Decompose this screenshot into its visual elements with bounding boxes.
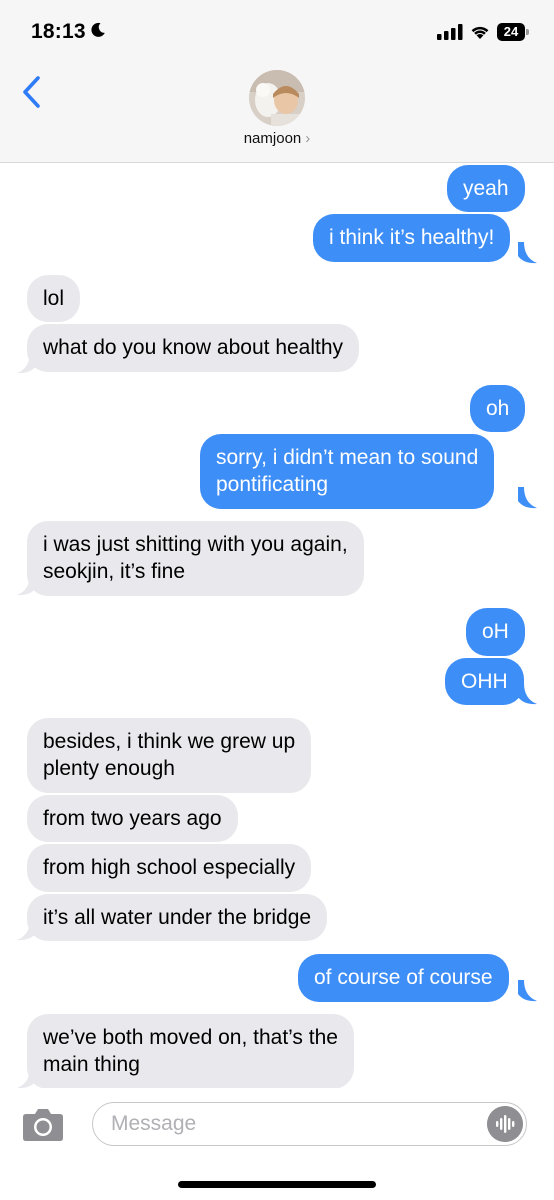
message-text-line: we’ve both moved on, that’s the — [43, 1026, 338, 1049]
message-bubble[interactable]: we’ve both moved on, that’s the main thi… — [27, 1014, 354, 1089]
battery-tip — [526, 29, 529, 35]
message-bubble[interactable]: oh — [470, 385, 526, 432]
conversation-header: namjoon › — [0, 66, 554, 163]
message-bubble[interactable]: what do you know about healthy — [27, 324, 360, 372]
message-bubble[interactable]: i was just shitting with you again, seok… — [27, 521, 364, 596]
message-text: it’s all water under the bridge — [43, 906, 312, 929]
battery-icon: 24 — [497, 23, 530, 42]
message-text: from high school especially — [43, 856, 296, 879]
message-bubble[interactable]: i think it’s healthy! — [313, 214, 511, 262]
bubble-tail — [17, 1067, 36, 1089]
message-text: lol — [43, 287, 65, 310]
message-text-line: plenty enough — [43, 757, 175, 780]
contact-name[interactable]: namjoon › — [0, 130, 554, 147]
battery-level: 24 — [497, 23, 525, 41]
avatar[interactable] — [249, 70, 305, 126]
message-bubble[interactable]: yeah — [447, 165, 525, 212]
bubble-tail — [518, 487, 537, 509]
message-text: yeah — [463, 177, 509, 200]
bubble-tail — [17, 919, 36, 941]
message-bubble[interactable]: it’s all water under the bridge — [27, 894, 328, 941]
message-bubble[interactable]: of course of course — [298, 954, 509, 1002]
message-text: OHH — [461, 670, 508, 693]
message-text: i think it’s healthy! — [329, 226, 495, 249]
message-text-line: i was just shitting with you again, — [43, 533, 348, 556]
message-bubble[interactable]: besides, i think we grew up plenty enoug… — [27, 718, 312, 793]
message-text-line: seokjin, it’s fine — [43, 560, 186, 583]
moon-icon — [91, 22, 105, 37]
message-text-line: sorry, i didn’t mean to sound — [216, 446, 479, 469]
chevron-left-icon[interactable] — [18, 74, 48, 110]
bubble-tail — [17, 574, 36, 596]
message-text: from two years ago — [43, 807, 222, 830]
bubble-tail — [518, 242, 537, 264]
message-bubble[interactable]: sorry, i didn’t mean to sound pontificat… — [200, 434, 495, 509]
message-text: what do you know about healthy — [43, 336, 344, 359]
wifi-icon — [471, 26, 489, 39]
bubble-tail — [17, 352, 36, 374]
bubble-tail — [518, 683, 537, 705]
message-text-line: besides, i think we grew up — [43, 730, 296, 753]
message-input[interactable] — [92, 1102, 527, 1146]
audio-waveform-icon[interactable] — [487, 1106, 523, 1142]
bubble-tail — [518, 980, 537, 1002]
status-bar: 18:13 24 — [0, 0, 554, 66]
message-bubble[interactable]: oH — [466, 608, 525, 656]
message-text: oh — [486, 397, 510, 420]
message-text: oH — [482, 620, 509, 643]
message-text-line: main thing — [43, 1053, 140, 1076]
message-bubble[interactable]: OHH — [445, 658, 524, 705]
message-bubble[interactable]: from two years ago — [27, 795, 238, 842]
message-bubble[interactable]: lol — [27, 275, 81, 322]
home-indicator[interactable] — [178, 1181, 376, 1188]
chevron-right-icon: › — [305, 130, 311, 147]
camera-icon[interactable] — [22, 1106, 64, 1142]
status-time: 18:13 — [31, 20, 86, 43]
message-text-line: pontificating — [216, 473, 329, 496]
cellular-signal-icon — [437, 24, 463, 40]
message-bubble[interactable]: from high school especially — [27, 844, 312, 892]
message-text: of course of course — [314, 966, 493, 989]
contact-name-label: namjoon — [243, 130, 302, 147]
